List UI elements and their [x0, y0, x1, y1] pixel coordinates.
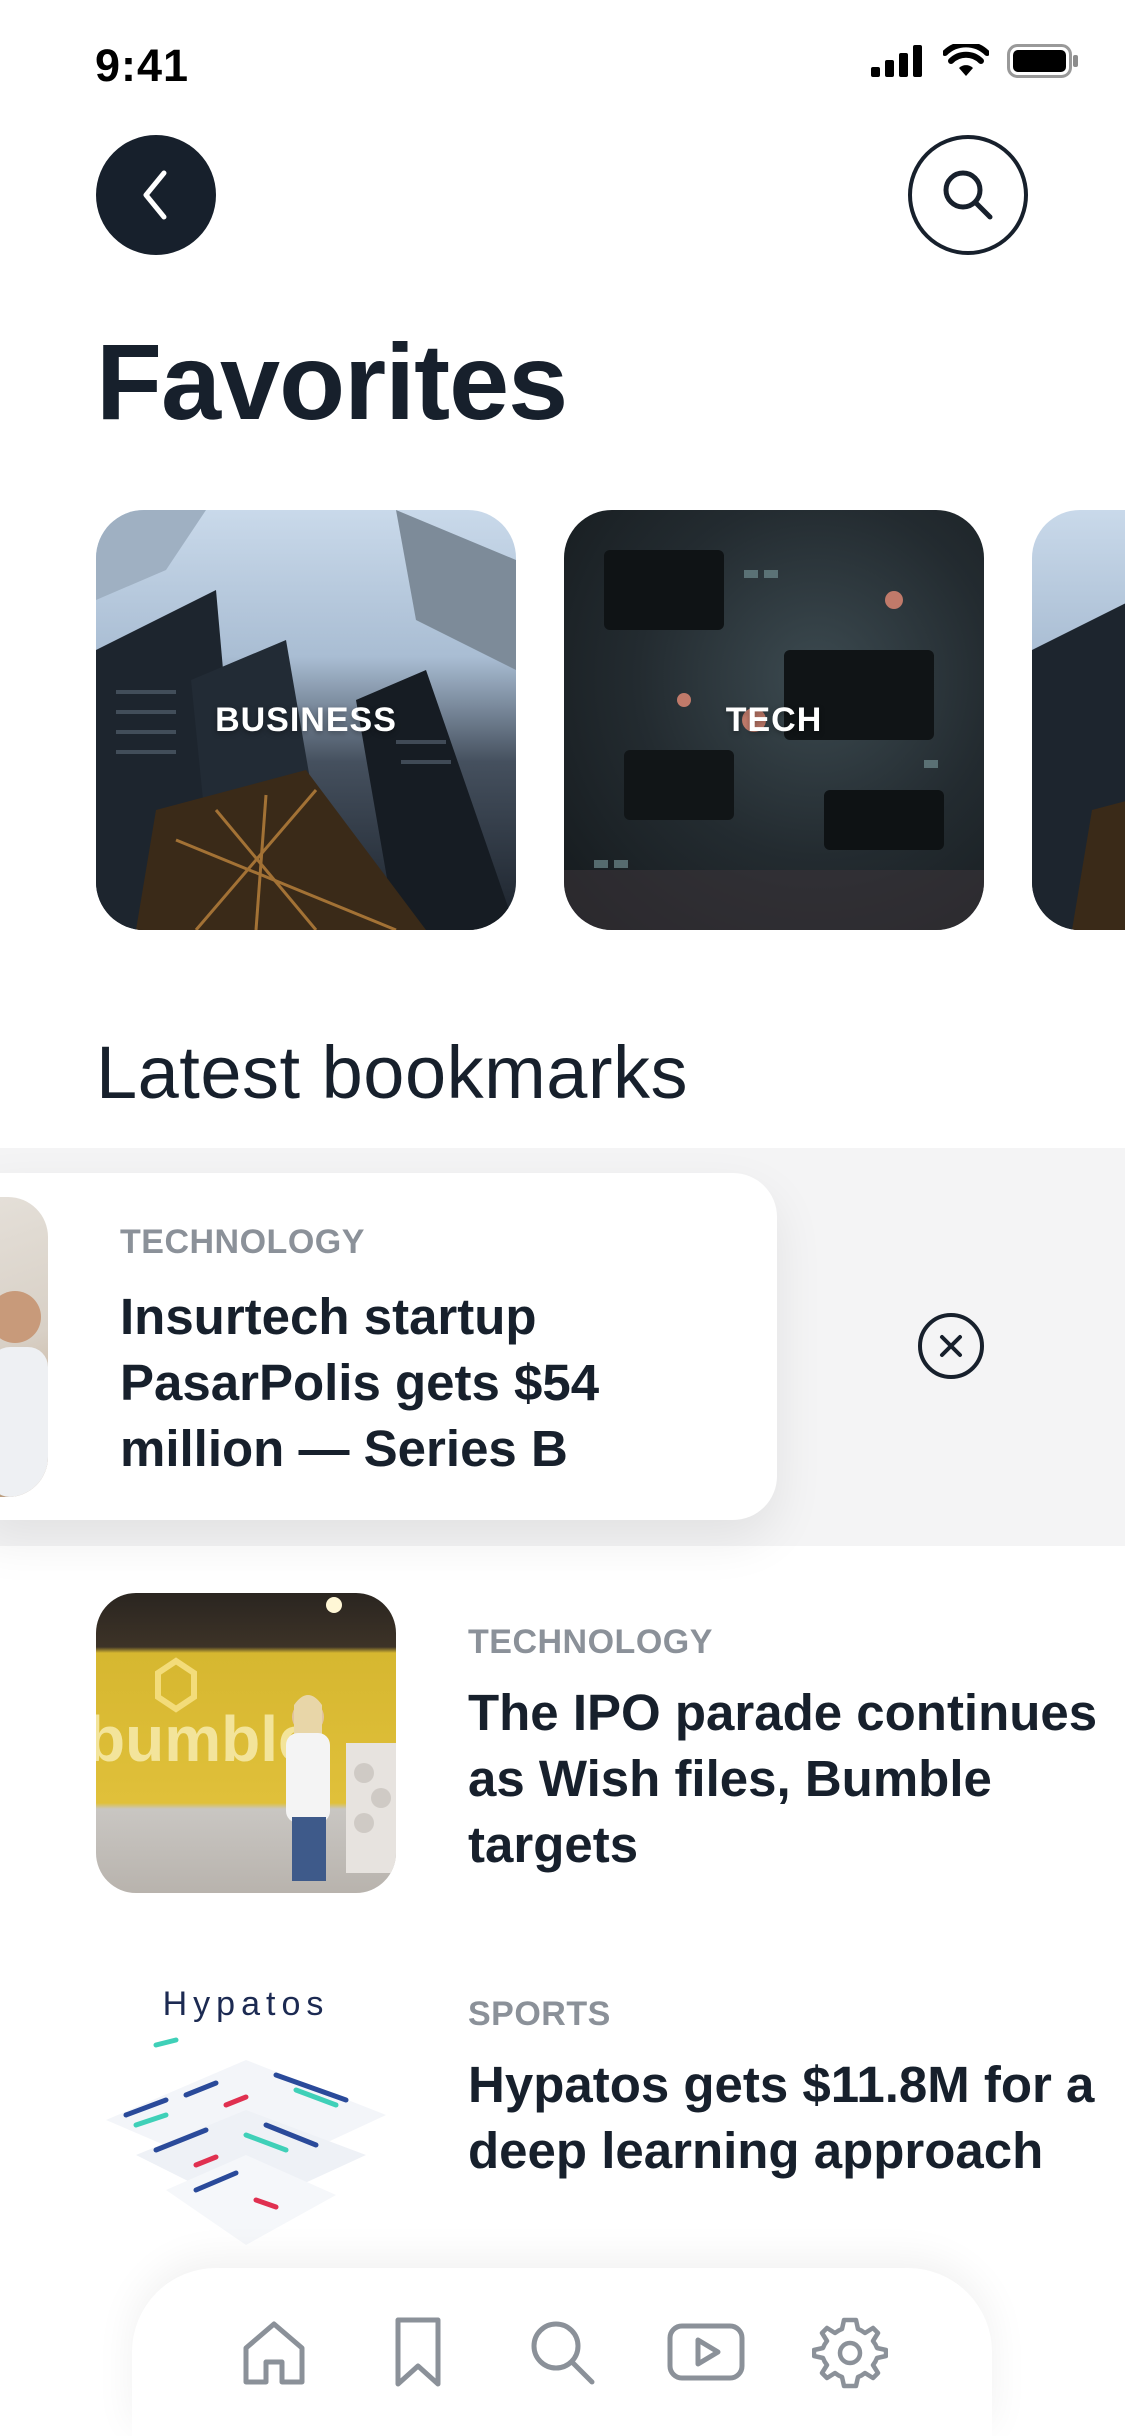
chevron-left-icon — [143, 170, 167, 220]
video-icon — [667, 2323, 745, 2381]
nav-settings[interactable] — [805, 2307, 895, 2397]
favorite-card-partial[interactable] — [1032, 510, 1125, 930]
favorite-card-label: TECH — [725, 700, 823, 739]
people-photo — [0, 1291, 48, 1497]
favorite-card-tech[interactable]: TECH — [564, 510, 984, 930]
wifi-icon — [943, 44, 989, 76]
status-icons — [871, 44, 1079, 78]
hypatos-logo-text: Hypatos — [163, 1985, 330, 2023]
bookmark-thumbnail: Hypatos — [96, 1965, 396, 2265]
nav-home[interactable] — [229, 2307, 319, 2397]
bookmark-thumbnail — [0, 1197, 48, 1497]
bookmark-card-swiped[interactable]: TECHNOLOGY Insurtech startup PasarPolis … — [0, 1173, 777, 1520]
bumble-sign-text: bumble — [96, 1703, 314, 1775]
search-icon — [531, 2321, 595, 2385]
bookmark-category: TECHNOLOGY — [468, 1623, 713, 1661]
battery-icon — [1007, 44, 1078, 78]
bookmark-headline: The IPO parade continues as Wish files, … — [468, 1684, 1098, 1873]
bookmark-thumbnail: bumble — [96, 1593, 396, 1893]
bottom-navigation — [132, 2268, 992, 2436]
bumble-photo: bumble — [96, 1597, 396, 1881]
nav-videos[interactable] — [661, 2307, 751, 2397]
bookmark-headline: Insurtech startup PasarPolis gets $54 mi… — [120, 1288, 600, 1477]
back-button[interactable] — [96, 135, 216, 255]
bookmark-category: SPORTS — [468, 1995, 611, 2033]
page-title: Favorites — [96, 321, 568, 442]
status-time: 9:41 — [95, 40, 190, 91]
favorite-card-business[interactable]: BUSINESS — [96, 510, 516, 930]
remove-bookmark-button[interactable] — [918, 1313, 984, 1379]
section-title: Latest bookmarks — [96, 1031, 689, 1114]
settings-icon — [812, 2317, 888, 2389]
signal-icon — [871, 45, 922, 77]
search-icon — [943, 170, 993, 220]
hypatos-illustration: Hypatos — [106, 1985, 386, 2245]
bookmark-headline: Hypatos gets $11.8M for a deep learning … — [468, 2056, 1095, 2179]
bookmark-category: TECHNOLOGY — [120, 1223, 365, 1261]
close-icon — [940, 1335, 962, 1357]
nav-bookmarks[interactable] — [373, 2307, 463, 2397]
search-button[interactable] — [908, 135, 1028, 255]
home-icon — [243, 2321, 305, 2385]
bookmark-icon — [395, 2317, 441, 2387]
nav-search[interactable] — [517, 2307, 607, 2397]
skyscrapers-image — [1032, 603, 1125, 930]
bookmark-item[interactable]: bumble TECHNOLOGY The IPO parade continu… — [96, 1593, 1097, 1893]
favorite-card-label: BUSINESS — [215, 700, 397, 739]
favorites-carousel[interactable]: BUSINESS TECH — [96, 510, 1125, 930]
bookmark-item[interactable]: Hypatos SPORTS Hypatos gets $11.8M for a… — [96, 1965, 1096, 2265]
